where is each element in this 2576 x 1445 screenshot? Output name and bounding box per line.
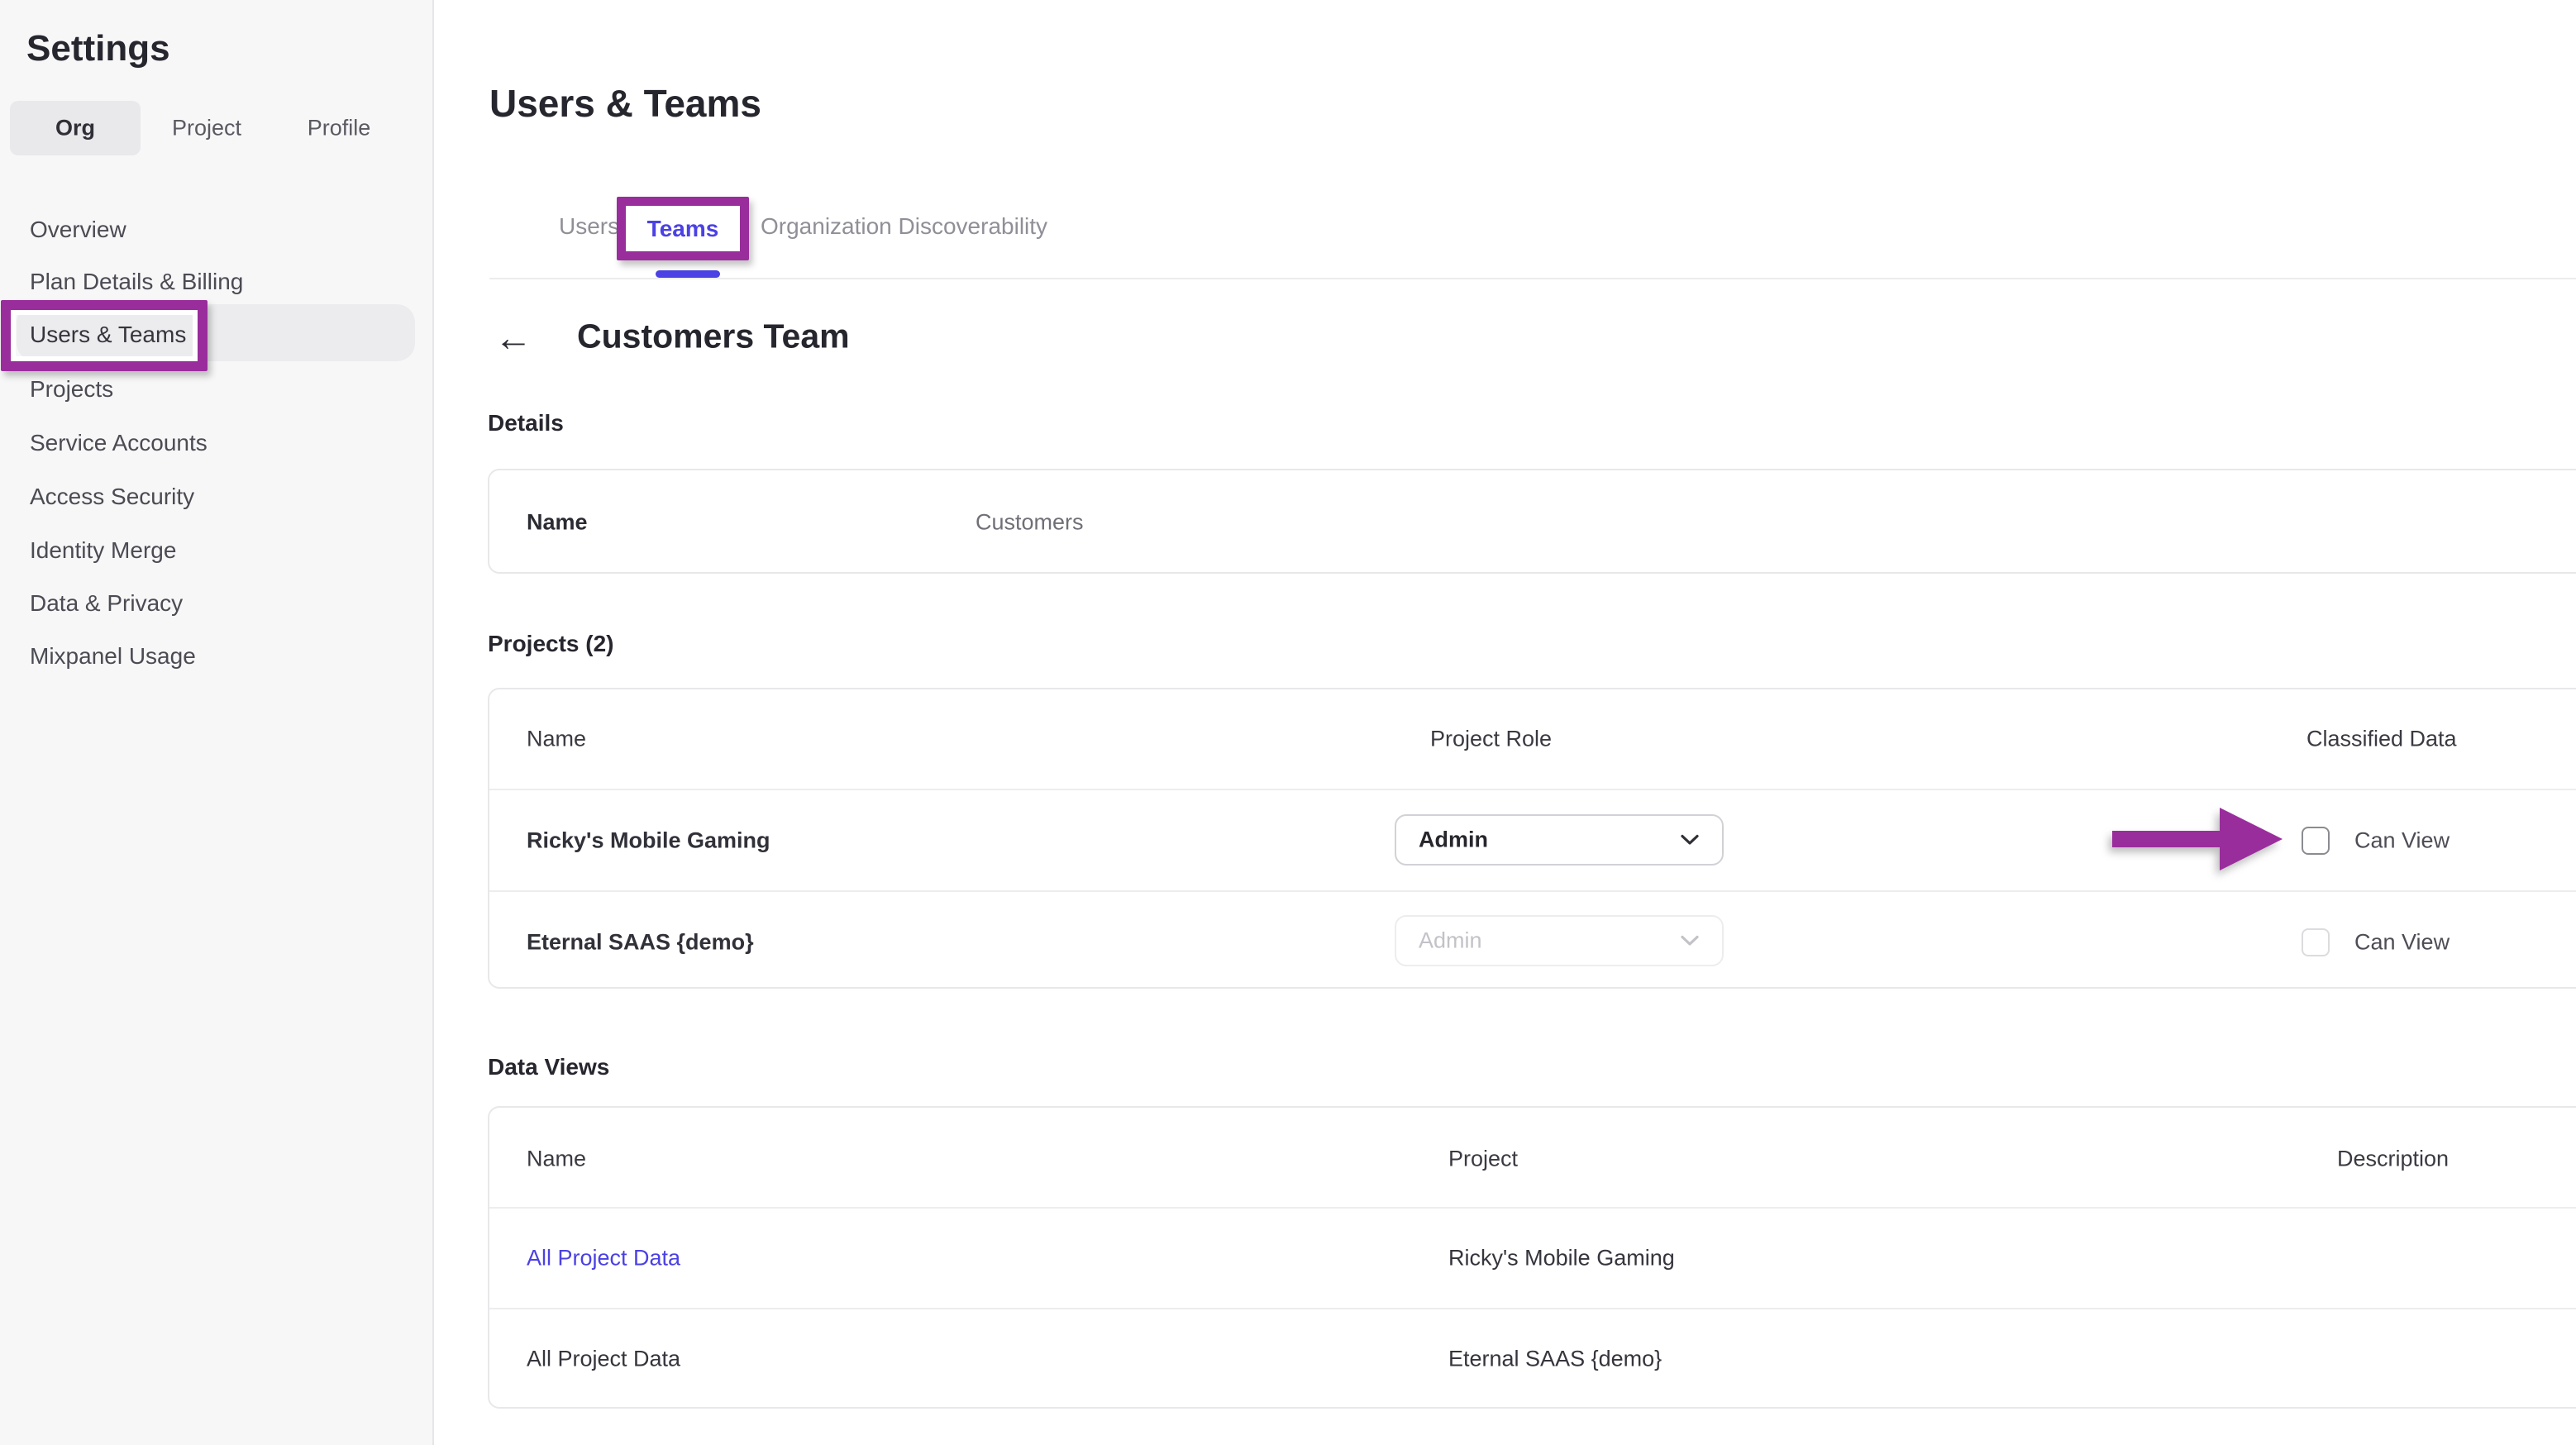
sidebar-item-identity-merge[interactable]: Identity Merge	[30, 537, 176, 564]
tabs-divider	[489, 278, 2576, 279]
details-card: Name Customers	[488, 469, 2576, 574]
data-views-heading: Data Views	[488, 1054, 609, 1080]
data-views-table: Name Project Description All Project Dat…	[488, 1106, 2576, 1409]
dataviews-col-name: Name	[527, 1147, 586, 1172]
projects-col-project-role: Project Role	[1430, 727, 1552, 752]
sidebar-item-service-accounts[interactable]: Service Accounts	[30, 430, 208, 456]
projects-table: Name Project Role Classified Data Ricky'…	[488, 688, 2576, 989]
data-view-project-cell: Eternal SAAS {demo}	[1448, 1347, 1662, 1372]
settings-title: Settings	[26, 28, 170, 69]
data-view-name-cell: All Project Data	[527, 1347, 680, 1372]
tab-teams[interactable]: Teams	[647, 216, 719, 242]
tab-users[interactable]: Users	[559, 213, 619, 240]
page-title: Users & Teams	[489, 81, 761, 126]
chevron-down-icon	[1681, 936, 1699, 947]
details-name-label: Name	[527, 510, 588, 536]
project-name-cell: Eternal SAAS {demo}	[527, 930, 754, 956]
row-divider	[489, 789, 2576, 790]
dataviews-col-description: Description	[2337, 1147, 2449, 1172]
data-view-link[interactable]: All Project Data	[527, 1246, 680, 1271]
sidebar-item-data-privacy[interactable]: Data & Privacy	[30, 590, 183, 617]
arrow-left-icon: ←	[494, 316, 532, 359]
row-divider	[489, 1207, 2576, 1209]
details-heading: Details	[488, 410, 564, 436]
scope-tab-org[interactable]: Org	[10, 101, 141, 155]
project-role-value: Admin	[1419, 827, 1488, 853]
scope-tab-profile[interactable]: Profile	[308, 116, 371, 141]
sidebar-item-plan-details-billing[interactable]: Plan Details & Billing	[30, 269, 243, 295]
projects-col-name: Name	[527, 727, 586, 752]
can-view-label: Can View	[2354, 828, 2450, 854]
sidebar-item-users-teams[interactable]: Users & Teams	[30, 322, 186, 348]
row-divider	[489, 1308, 2576, 1309]
project-role-select[interactable]: Admin	[1395, 814, 1724, 866]
row-divider	[489, 890, 2576, 892]
active-tab-indicator	[656, 270, 720, 278]
annotation-box-teams-tab: Teams	[617, 197, 749, 260]
details-name-value: Customers	[976, 510, 1084, 536]
sidebar-item-projects[interactable]: Projects	[30, 376, 113, 403]
sidebar-item-overview[interactable]: Overview	[30, 217, 126, 243]
scope-tab-org-label: Org	[55, 116, 95, 141]
chevron-down-icon	[1681, 835, 1699, 846]
data-view-project-cell: Ricky's Mobile Gaming	[1448, 1246, 1675, 1271]
mixpanel-org-settings-page: Settings Org Project Profile Overview Pl…	[0, 0, 2576, 1445]
dataviews-col-project: Project	[1448, 1147, 1518, 1172]
scope-tab-project[interactable]: Project	[172, 116, 241, 141]
classified-data-checkbox[interactable]	[2302, 827, 2330, 855]
sidebar-item-access-security[interactable]: Access Security	[30, 484, 194, 510]
classified-data-checkbox-disabled	[2302, 928, 2330, 956]
project-role-select-disabled: Admin	[1395, 915, 1724, 966]
projects-heading: Projects (2)	[488, 631, 614, 657]
tab-organization-discoverability[interactable]: Organization Discoverability	[761, 213, 1047, 240]
annotation-arrow	[2112, 808, 2283, 870]
back-button[interactable]: ←	[494, 318, 532, 356]
can-view-label: Can View	[2354, 930, 2450, 956]
sidebar-item-mixpanel-usage[interactable]: Mixpanel Usage	[30, 643, 196, 670]
settings-sidebar: Settings Org Project Profile Overview Pl…	[0, 0, 434, 1445]
project-name-cell: Ricky's Mobile Gaming	[527, 828, 770, 854]
team-title: Customers Team	[577, 317, 850, 356]
projects-col-classified-data: Classified Data	[2306, 727, 2457, 752]
project-role-value: Admin	[1419, 928, 1482, 954]
